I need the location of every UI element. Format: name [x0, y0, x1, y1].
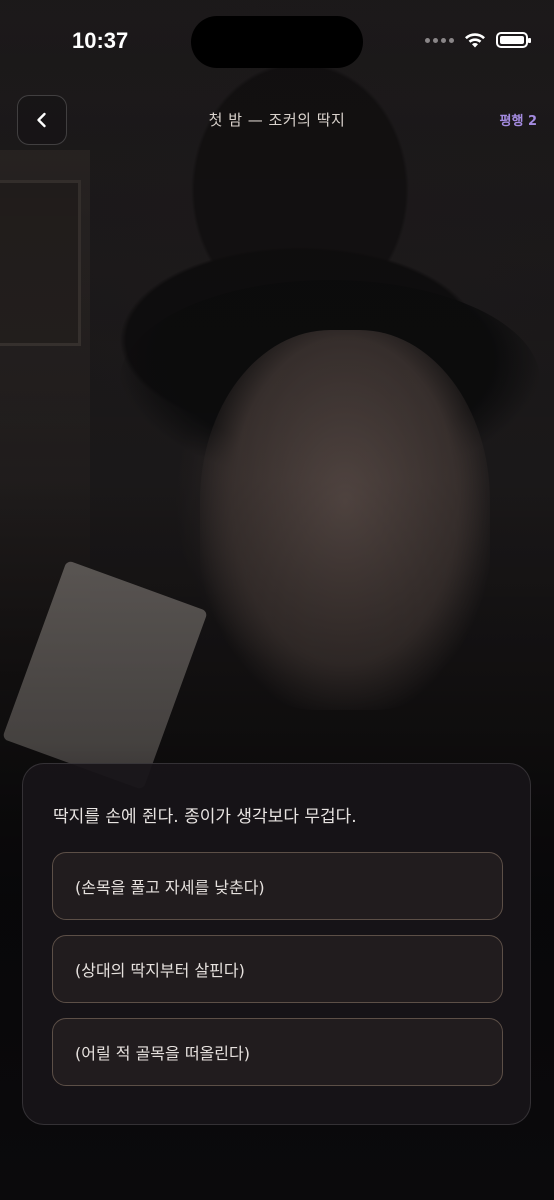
- choice-button-3[interactable]: (어릴 적 골목을 떠올린다): [52, 1018, 503, 1086]
- choice-label: (손목을 풀고 자세를 낮춘다): [75, 878, 265, 897]
- signal-dots-icon: [425, 37, 454, 43]
- dialogue-panel: 딱지를 손에 쥔다. 종이가 생각보다 무겁다. (손목을 풀고 자세를 낮춘다…: [22, 763, 531, 1125]
- status-time: 10:37: [72, 28, 129, 53]
- choice-button-2[interactable]: (상대의 딱지부터 살핀다): [52, 935, 503, 1003]
- status-icons: [425, 32, 531, 48]
- choice-button-1[interactable]: (손목을 풀고 자세를 낮춘다): [52, 852, 503, 920]
- choice-label: (어릴 적 골목을 떠올린다): [75, 1044, 250, 1063]
- status-bar: 10:37: [0, 0, 554, 86]
- battery-icon: [496, 32, 531, 48]
- episode-title: 첫 밤 — 조커의 딱지: [208, 111, 346, 129]
- story-screen: 10:37 첫 밤 — 조커의 딱지 평행 2 딱지를 손에 쥔다. 종이가 생…: [0, 0, 554, 1200]
- narration-text: 딱지를 손에 쥔다. 종이가 생각보다 무겁다.: [53, 807, 357, 827]
- choice-label: (상대의 딱지부터 살핀다): [75, 961, 245, 980]
- dynamic-island: [191, 16, 363, 68]
- wifi-icon: [465, 33, 485, 48]
- parallel-badge[interactable]: 평행 2: [500, 110, 538, 129]
